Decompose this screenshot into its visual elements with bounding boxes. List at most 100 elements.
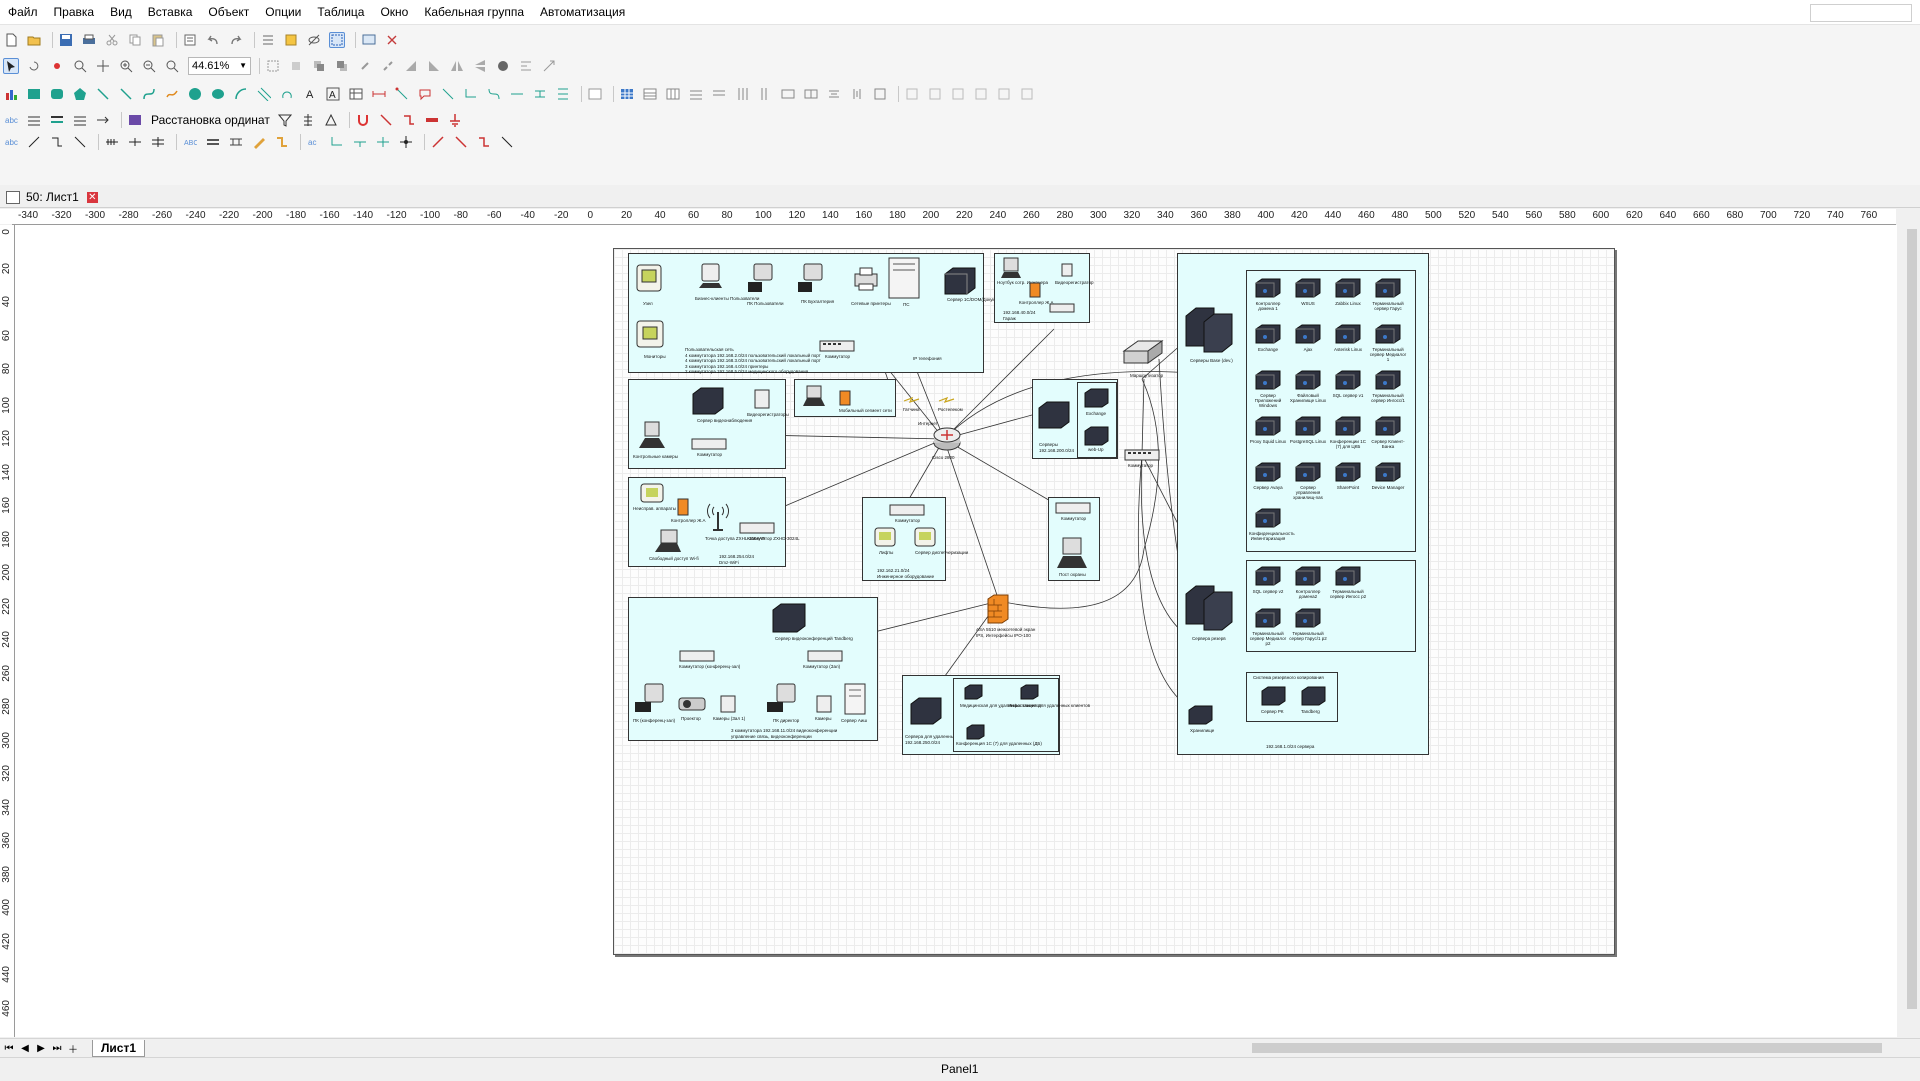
menu-object[interactable]: Объект [200,0,257,24]
break-icon[interactable] [431,135,445,149]
pc-users-icon[interactable] [746,262,776,297]
group-garage[interactable]: Ноутбук сотр. Инженера Контроллер Ж.А Ви… [994,253,1094,323]
pointer-tool-icon[interactable] [3,58,19,74]
rotate-tool-icon[interactable] [27,59,41,73]
add-sheet-icon[interactable]: ＋ [66,1041,80,1056]
ladder-icon[interactable] [229,135,243,149]
net-split-icon[interactable] [353,135,367,149]
menu-window[interactable]: Окно [372,0,416,24]
merge-cells-icon[interactable] [781,87,795,101]
properties-icon[interactable] [183,33,197,47]
group-exchange-servers[interactable]: Exchange web-Up Серверы 192.168.200.0/24 [1032,379,1118,459]
horizontal-scrollbar[interactable] [1240,1042,1900,1054]
connection-point-icon[interactable] [50,59,64,73]
control-camera-icon[interactable] [637,420,667,453]
exchange-server-icon[interactable] [1082,387,1110,412]
server-icon[interactable] [1293,277,1323,302]
zoom-in-icon[interactable] [119,59,133,73]
cable-tray-icon[interactable] [425,113,439,127]
zoom-page-icon[interactable] [165,59,179,73]
tandberg-server-icon[interactable] [769,602,807,637]
backup-server-icon[interactable] [1259,685,1287,710]
visibility-icon[interactable] [307,33,321,47]
server-icon[interactable] [1373,415,1403,440]
flip-vertical-icon[interactable] [473,59,487,73]
net-cross-icon[interactable] [376,135,390,149]
arrow-style-icon[interactable] [96,113,110,127]
slash-icon[interactable] [500,135,514,149]
close-tab-icon[interactable]: ✕ [86,191,98,203]
server-icon[interactable] [1253,507,1283,532]
menu-edit[interactable]: Правка [46,0,103,24]
dimension-icon[interactable] [372,87,386,101]
menu-view[interactable]: Вид [102,0,140,24]
junction-icon[interactable] [128,135,142,149]
group-remote-clients[interactable]: Сервера для удаленных клиентов 192.168.2… [902,675,1090,755]
group-engineering[interactable]: Коммутатор Лифты Сервер диспетчеризации … [862,497,968,581]
dispatch-server-icon[interactable] [913,526,937,551]
table-grid-icon[interactable] [588,87,602,101]
vertical-scrollbar[interactable] [1904,209,1920,1037]
wire-icon[interactable] [27,135,41,149]
spiral-icon[interactable] [280,87,294,101]
storage-icon[interactable] [1186,704,1214,729]
firewall-icon[interactable] [986,593,1010,628]
align-icon[interactable] [519,59,533,73]
undo-icon[interactable] [206,33,220,47]
server-icon[interactable] [1293,461,1323,486]
preview-icon[interactable] [362,33,376,47]
group-icon[interactable] [266,59,280,73]
copy-icon[interactable] [128,33,142,47]
reroute-icon[interactable] [477,135,491,149]
ungroup-icon[interactable] [289,59,303,73]
server-icon[interactable] [1293,565,1323,590]
group-video-surveillance[interactable]: Сервер видеонаблюдения Видеорегистраторы… [628,379,789,469]
rotate-right-icon[interactable] [427,59,441,73]
sheet-tab[interactable]: Лист1 [92,1039,146,1057]
conf-switch-2-icon[interactable] [807,650,843,665]
textbox-icon[interactable]: A [326,87,340,101]
insert-col-icon[interactable] [735,87,749,101]
stack-icon[interactable] [301,113,315,127]
line-weight-icon[interactable] [50,113,64,127]
server-stack-icon[interactable] [1035,400,1071,433]
prev-sheet-icon[interactable]: ◀ [18,1043,32,1054]
server-icon[interactable] [1333,323,1363,348]
diagram-page[interactable]: Узел Бизнес-клиенты Пользователи ПК Поль… [613,248,1615,955]
cell-valign-icon[interactable] [850,87,864,101]
video-server-icon[interactable] [689,386,725,419]
wifi-switch-icon[interactable] [739,522,775,537]
projector-icon[interactable] [677,694,707,715]
ellipse-icon[interactable] [211,87,225,101]
server-icon[interactable] [1373,461,1403,486]
wifi-controller-icon[interactable] [677,498,689,519]
server-icon[interactable] [1293,415,1323,440]
new-file-icon[interactable] [4,33,18,47]
wire-diagonal-icon[interactable] [73,135,87,149]
remote-infostation-icon[interactable] [1018,683,1040,704]
backup-tandberg-icon[interactable] [1299,685,1327,710]
connector-icon[interactable] [395,87,409,101]
router-icon[interactable] [932,425,962,456]
delete-row-icon[interactable] [712,87,726,101]
server-icon[interactable] [1253,565,1283,590]
network-printer-icon[interactable] [851,266,881,295]
core-switch-icon[interactable] [1124,449,1160,464]
wire-elbow-icon[interactable] [50,135,64,149]
insert-table-icon[interactable] [620,87,634,101]
multi-connector-icon[interactable] [556,87,570,101]
text-icon[interactable]: A [303,87,317,101]
table-format5-icon[interactable] [997,87,1011,101]
server-icon[interactable] [1333,277,1363,302]
last-sheet-icon[interactable]: ⏭ [50,1043,64,1054]
search-field[interactable] [1810,4,1912,22]
pan-tool-icon[interactable] [96,59,110,73]
monitors-icon[interactable] [634,318,666,353]
unlink-icon[interactable] [381,59,395,73]
archive-server-icon[interactable] [941,266,977,299]
send-back-icon[interactable] [335,59,349,73]
access-point-icon[interactable] [705,498,731,535]
close-doc-icon[interactable] [385,33,399,47]
group-main-servers[interactable]: Контроллер домена 1 WSUS Zabbix Linux Терми… [1246,270,1416,552]
highlight-icon[interactable] [284,33,298,47]
